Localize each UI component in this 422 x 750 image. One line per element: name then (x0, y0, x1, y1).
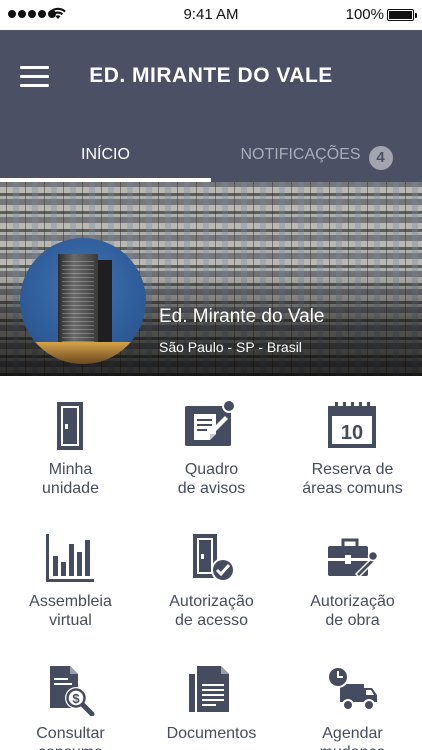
battery-percent: 100% (345, 6, 384, 23)
document-search-icon: $ (50, 666, 95, 716)
minha-unidade-label: Minha unidade (42, 461, 99, 497)
notice-board-icon (185, 400, 236, 446)
status-bar: 9:41 AM 100% (0, 0, 422, 30)
building-name: Ed. Mirante do Vale (159, 306, 325, 327)
door-icon (57, 402, 83, 450)
tab-notificacoes-label: NOTIFICAÇÕES (240, 146, 361, 163)
autorizacao-de-acesso-label: Autorização de acesso (169, 593, 254, 629)
tab-inicio-label: INÍCIO (81, 146, 130, 163)
reserva-areas-comuns-button[interactable]: 10 Reserva de áreas comuns (282, 376, 422, 508)
svg-text:$: $ (72, 691, 80, 706)
building-location: São Paulo - SP - Brasil (159, 339, 302, 355)
toolbox-icon (328, 538, 378, 579)
consultar-consumo-button[interactable]: $ Consultar consumo (0, 640, 141, 750)
app-header: ED. MIRANTE DO VALE INÍCIO NOTIFICAÇÕES 4 (0, 30, 422, 182)
moving-truck-icon (327, 666, 377, 711)
svg-text:10: 10 (341, 422, 363, 444)
agendar-mudanca-label: Agendar mudança (320, 725, 386, 750)
notification-count-badge: 4 (368, 146, 393, 170)
documentos-label: Documentos (166, 725, 257, 742)
minha-unidade-button[interactable]: Minha unidade (0, 376, 141, 508)
reserva-areas-comuns-label: Reserva de áreas comuns (302, 461, 403, 497)
tab-inicio[interactable]: INÍCIO (0, 130, 211, 182)
battery-icon (387, 9, 417, 21)
assembleia-virtual-button[interactable]: Assembleia virtual (0, 508, 141, 640)
assembleia-virtual-label: Assembleia virtual (29, 593, 112, 629)
bar-chart-icon (46, 534, 94, 582)
building-photo (20, 238, 146, 364)
documentos-button[interactable]: Documentos (141, 640, 282, 750)
access-door-check-icon (193, 534, 235, 582)
calendar-icon: 10 (328, 402, 376, 448)
building-hero-banner: Ed. Mirante do Vale São Paulo - SP - Bra… (0, 182, 422, 376)
documents-icon (189, 666, 231, 714)
consultar-consumo-label: Consultar consumo (36, 725, 105, 750)
agendar-mudanca-button[interactable]: Agendar mudança (282, 640, 422, 750)
quadro-de-avisos-button[interactable]: Quadro de avisos (141, 376, 282, 508)
autorizacao-de-obra-button[interactable]: Autorização de obra (282, 508, 422, 640)
autorizacao-de-acesso-button[interactable]: Autorização de acesso (141, 508, 282, 640)
quadro-de-avisos-label: Quadro de avisos (177, 461, 246, 497)
tab-notificacoes[interactable]: NOTIFICAÇÕES 4 (211, 130, 422, 182)
autorizacao-de-obra-label: Autorização de obra (310, 593, 395, 629)
page-title: ED. MIRANTE DO VALE (89, 64, 333, 87)
